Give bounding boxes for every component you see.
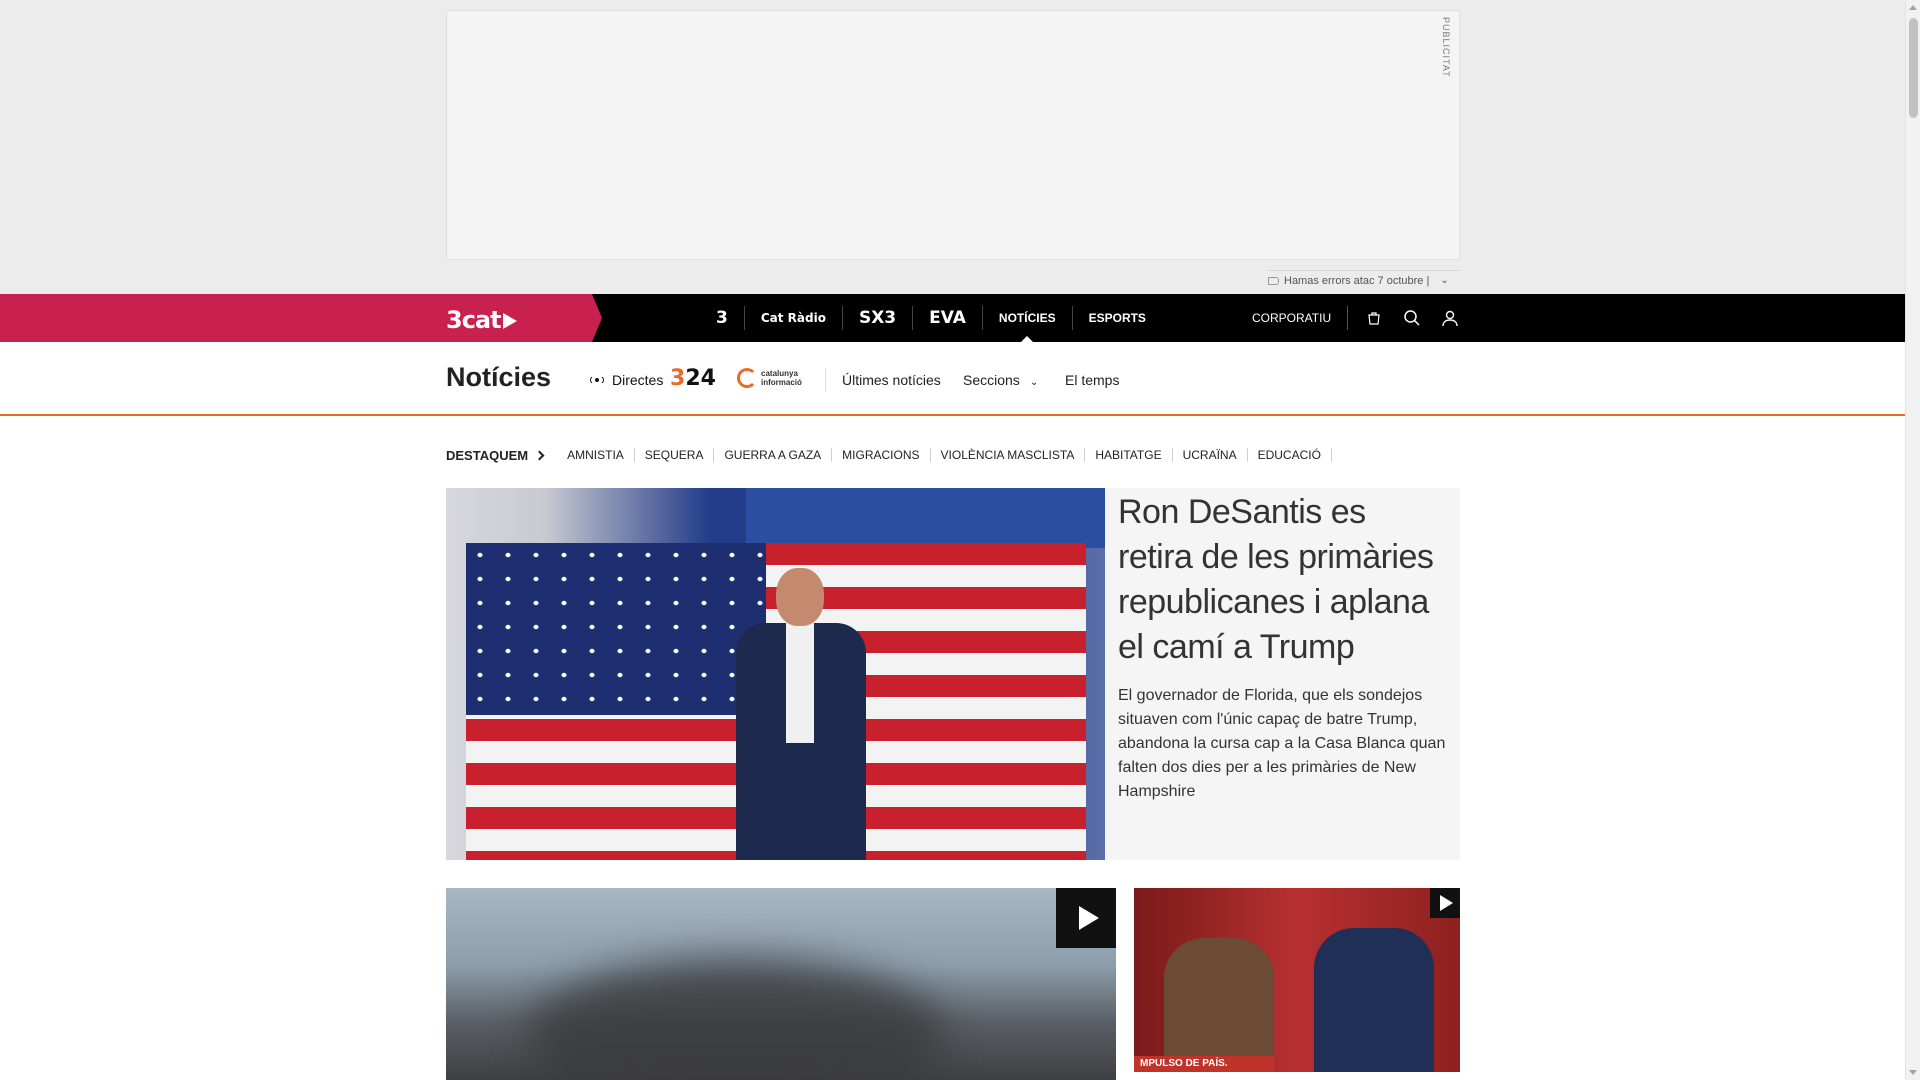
- slogan-banner: MPULSO DE PAÍS.: [1134, 1056, 1274, 1072]
- ultimes-noticies-link[interactable]: Últimes notícies: [842, 372, 941, 388]
- directes-link[interactable]: Directes: [590, 372, 663, 388]
- article-card-video[interactable]: MPULSO DE PAÍS.: [1134, 888, 1460, 1072]
- 3cat-logo[interactable]: 3cat: [446, 306, 517, 334]
- alert-text: Hamas errors atac 7 octubre |: [1284, 274, 1430, 287]
- page: PUBLICITAT Hamas errors atac 7 octubre |…: [0, 0, 1905, 1080]
- catalunya-informacio-logo[interactable]: catalunya informació: [737, 368, 817, 388]
- channel-eva[interactable]: EVA: [913, 306, 983, 330]
- tag-link[interactable]: AMNISTIA: [557, 448, 635, 462]
- user-icon[interactable]: [1438, 306, 1462, 330]
- tag-link[interactable]: EDUCACIÓ: [1248, 448, 1332, 462]
- channel-catradio[interactable]: Cat Ràdio: [745, 306, 843, 330]
- chevron-right-icon: [534, 450, 545, 460]
- channel-tv3[interactable]: 3: [700, 306, 745, 330]
- destaquem-label[interactable]: DESTAQUEM: [446, 448, 545, 463]
- person-image: [1314, 928, 1434, 1072]
- featured-tags: DESTAQUEM AMNISTIA SEQUERA GUERRA A GAZA…: [446, 446, 1332, 464]
- corporatiu-link[interactable]: CORPORATIU: [1252, 306, 1349, 330]
- tag-link[interactable]: UCRAÏNA: [1173, 448, 1248, 462]
- speaker-figure: [726, 568, 876, 860]
- channel-noticies[interactable]: NOTÍCIES: [983, 306, 1073, 342]
- breaking-alert[interactable]: Hamas errors atac 7 octubre | ⌄: [1268, 270, 1460, 290]
- play-icon[interactable]: [1056, 888, 1116, 948]
- corporate-links: CORPORATIU: [1252, 294, 1462, 342]
- hero-article[interactable]: Ron DeSantis es retira de les primàries …: [446, 488, 1460, 860]
- search-icon[interactable]: [1400, 306, 1424, 330]
- background-flag: [746, 488, 1105, 548]
- top-navigation: 3cat 3 Cat Ràdio SX3 EVA NOTÍCIES ESPORT…: [0, 294, 1905, 342]
- shopping-bag-icon[interactable]: [1362, 306, 1386, 330]
- channel-links: 3 Cat Ràdio SX3 EVA NOTÍCIES ESPORTS: [700, 294, 1162, 342]
- article-card-video[interactable]: [446, 888, 1116, 1080]
- ci-circle-icon: [737, 368, 757, 388]
- tag-link[interactable]: GUERRA A GAZA: [714, 448, 833, 462]
- scrollbar[interactable]: [1905, 0, 1920, 1080]
- tag-link[interactable]: SEQUERA: [635, 448, 715, 462]
- tag-link[interactable]: MIGRACIONS: [832, 448, 931, 462]
- section-title[interactable]: Notícies: [446, 362, 551, 393]
- smoke-image: [526, 958, 946, 1080]
- tag-link[interactable]: VIOLÈNCIA MASCLISTA: [931, 448, 1086, 462]
- person-image: [1164, 938, 1274, 1072]
- channel-sx3[interactable]: SX3: [843, 306, 914, 330]
- tag-icon: [1268, 276, 1279, 285]
- chevron-down-icon: ⌄: [1029, 377, 1039, 388]
- ad-zone: PUBLICITAT Hamas errors atac 7 octubre |…: [0, 0, 1905, 294]
- 324-logo[interactable]: 324: [670, 366, 716, 391]
- hero-image[interactable]: [446, 488, 1105, 860]
- section-navigation: Notícies Directes 324 catalunya informac…: [0, 342, 1905, 416]
- scrollbar-thumb[interactable]: [1909, 18, 1918, 118]
- divider: [825, 368, 826, 392]
- scroll-down-icon[interactable]: [1909, 1070, 1917, 1075]
- ad-label: PUBLICITAT: [1441, 17, 1451, 78]
- hero-headline[interactable]: Ron DeSantis es retira de les primàries …: [1118, 490, 1448, 670]
- hero-summary: El governador de Florida, que els sondej…: [1118, 687, 1446, 800]
- play-icon[interactable]: [1430, 888, 1460, 918]
- channel-esports[interactable]: ESPORTS: [1073, 306, 1162, 330]
- directes-label: Directes: [612, 372, 664, 388]
- chevron-down-icon[interactable]: ⌄: [1440, 275, 1448, 286]
- hero-text: Ron DeSantis es retira de les primàries …: [1118, 490, 1448, 804]
- scroll-up-icon[interactable]: [1909, 5, 1917, 10]
- el-temps-link[interactable]: El temps: [1065, 372, 1119, 388]
- seccions-dropdown[interactable]: Seccions ⌄: [963, 372, 1038, 388]
- tag-link[interactable]: HABITATGE: [1085, 448, 1173, 462]
- live-broadcast-icon: [590, 375, 604, 385]
- ad-banner[interactable]: PUBLICITAT: [446, 10, 1460, 260]
